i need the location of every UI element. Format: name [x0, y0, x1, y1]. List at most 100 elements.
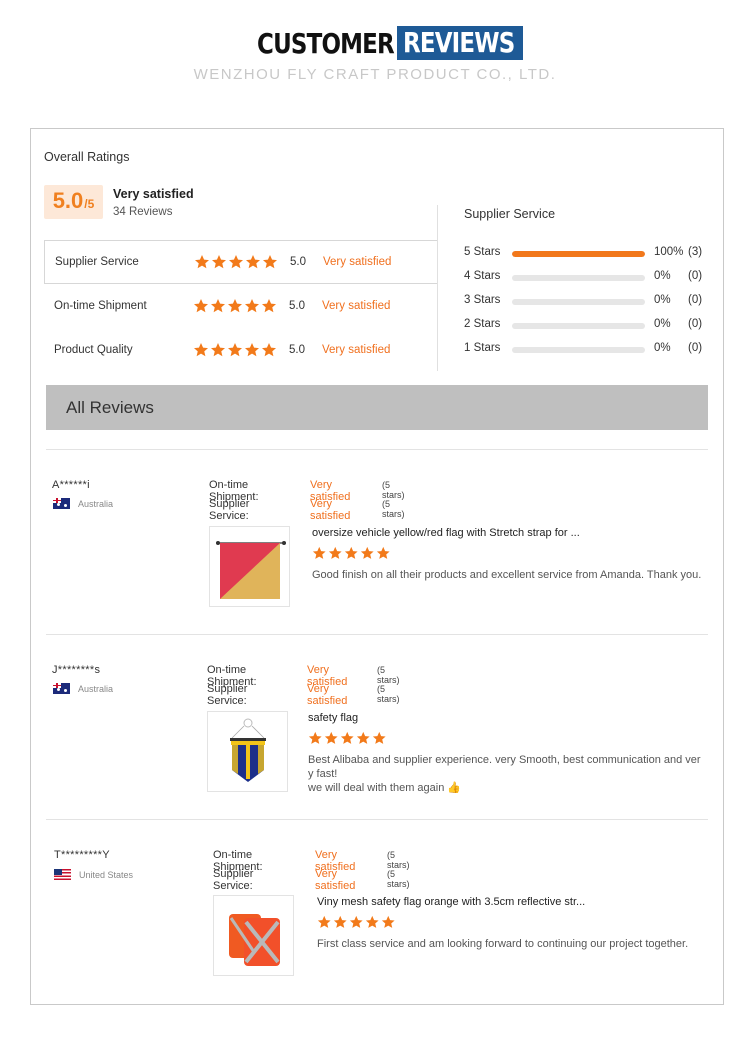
rating-label: Product Quality [54, 344, 133, 356]
review-text-line: y fast! [308, 768, 338, 780]
company-name: WENZHOU FLY CRAFT PRODUCT CO., LTD. [193, 66, 557, 83]
review-item: A******i Australia On-time Shipment: Ver… [31, 449, 725, 634]
distribution-count: (3) [688, 246, 703, 258]
overall-score-max: /5 [84, 197, 95, 211]
rating-text: Very satisfied [323, 256, 392, 268]
country-name: Australia [78, 498, 114, 509]
mesh-flag-image [229, 914, 280, 966]
star-icon [211, 299, 225, 313]
review-item: T*********Y United States On-time Shipme… [31, 819, 725, 1004]
star-icon [262, 299, 276, 313]
distribution-label: 4 Stars [464, 270, 501, 282]
star-icon [245, 299, 259, 313]
star-icon [195, 255, 209, 269]
star-icon [317, 915, 331, 928]
product-thumbnail[interactable] [207, 711, 288, 792]
star-distribution: 5 Stars 100% (3) 4 Stars 0% (0) 3 Stars … [464, 246, 709, 366]
shipment-stars: (5 stars) [377, 665, 400, 685]
rating-categories: Supplier Service 5.0 Very satisfied On-t… [44, 240, 438, 372]
distribution-bar [512, 323, 645, 329]
country-name: United States [79, 869, 134, 880]
shipment-stars: (5 stars) [382, 480, 405, 500]
rating-value: 5.0 [290, 256, 306, 268]
country-name: Australia [78, 683, 114, 694]
review-text-line: we will deal with them again 👍 [308, 782, 462, 794]
star-icon [365, 915, 379, 928]
star-rating [193, 342, 277, 358]
service-label: Supplier Service: [213, 868, 254, 892]
rating-row-product-quality[interactable]: Product Quality 5.0 Very satisfied [44, 328, 438, 372]
distribution-row: 2 Stars 0% (0) [464, 318, 709, 342]
overall-ratings-label: Overall Ratings [44, 150, 130, 164]
distribution-bar-fill [512, 251, 645, 257]
star-icon [376, 546, 390, 559]
rating-value: 5.0 [289, 300, 305, 312]
reviews-card: Overall Ratings 5.0 /5 Very satisfied 34… [30, 128, 724, 1005]
product-title[interactable]: Viny mesh safety flag orange with 3.5cm … [317, 896, 585, 908]
star-icon [308, 731, 322, 744]
review-item: J********s Australia On-time Shipment: V… [31, 634, 725, 819]
reviewer-country: Australia [53, 683, 113, 694]
star-icon [324, 731, 338, 744]
star-icon [344, 546, 358, 559]
distribution-bar [512, 347, 645, 353]
page-header: CUSTOMER REVIEWS WENZHOU FLY CRAFT PRODU… [0, 26, 750, 83]
distribution-count: (0) [688, 270, 703, 282]
service-value: Very satisfied [315, 868, 356, 892]
product-title[interactable]: oversize vehicle yellow/red flag with St… [312, 527, 580, 539]
reviewer-name: A******i [52, 479, 90, 491]
reviewer-country: United States [54, 869, 133, 880]
star-icon [228, 343, 242, 357]
reviewer-country: Australia [53, 498, 113, 509]
rating-label: Supplier Service [55, 256, 139, 268]
service-stars: (5 stars) [377, 684, 400, 704]
pennant-flag-image [230, 718, 266, 782]
distribution-bar [512, 275, 645, 281]
all-reviews-header: All Reviews [46, 385, 708, 430]
star-icon [262, 343, 276, 357]
reviewer-name: T*********Y [54, 849, 110, 861]
review-star-rating [317, 915, 396, 930]
rating-row-on-time-shipment[interactable]: On-time Shipment 5.0 Very satisfied [44, 284, 438, 328]
distribution-percent: 100% [654, 246, 684, 258]
product-thumbnail[interactable] [213, 895, 294, 976]
review-text: First class service and am looking forwa… [317, 938, 689, 950]
product-thumbnail[interactable] [209, 526, 290, 607]
star-icon [212, 255, 226, 269]
service-stars: (5 stars) [387, 869, 410, 889]
star-rating [194, 254, 278, 270]
distribution-percent: 0% [654, 270, 671, 282]
distribution-percent: 0% [654, 318, 671, 330]
rating-row-supplier-service[interactable]: Supplier Service 5.0 Very satisfied [44, 240, 438, 284]
star-icon [211, 343, 225, 357]
star-icon [312, 546, 326, 559]
review-text: Good finish on all their products and ex… [312, 569, 702, 581]
title-part-2: REVIEWS [403, 26, 515, 59]
rating-text: Very satisfied [322, 300, 391, 312]
vehicle-flag-image [216, 541, 286, 599]
distribution-row: 3 Stars 0% (0) [464, 294, 709, 318]
overall-score-badge: 5.0 /5 [44, 185, 103, 219]
distribution-label: 5 Stars [464, 246, 501, 258]
star-rating [193, 298, 277, 314]
service-label: Supplier Service: [209, 498, 250, 522]
service-label: Supplier Service: [207, 683, 248, 707]
rating-label: On-time Shipment [54, 300, 147, 312]
star-icon [246, 255, 260, 269]
review-count: 34 Reviews [113, 206, 173, 218]
star-icon [263, 255, 277, 269]
distribution-count: (0) [688, 294, 703, 306]
distribution-row: 4 Stars 0% (0) [464, 270, 709, 294]
star-icon [333, 915, 347, 928]
review-text-line: Best Alibaba and supplier experience. ve… [308, 754, 701, 766]
star-icon [194, 299, 208, 313]
star-icon [328, 546, 342, 559]
rating-value: 5.0 [289, 344, 305, 356]
title-part-1: CUSTOMER [256, 26, 395, 60]
star-icon [340, 731, 354, 744]
usa-flag-icon [54, 869, 71, 880]
product-title[interactable]: safety flag [308, 712, 358, 724]
star-icon [228, 299, 242, 313]
overall-score: 5.0 [52, 188, 84, 213]
star-icon [356, 731, 370, 744]
